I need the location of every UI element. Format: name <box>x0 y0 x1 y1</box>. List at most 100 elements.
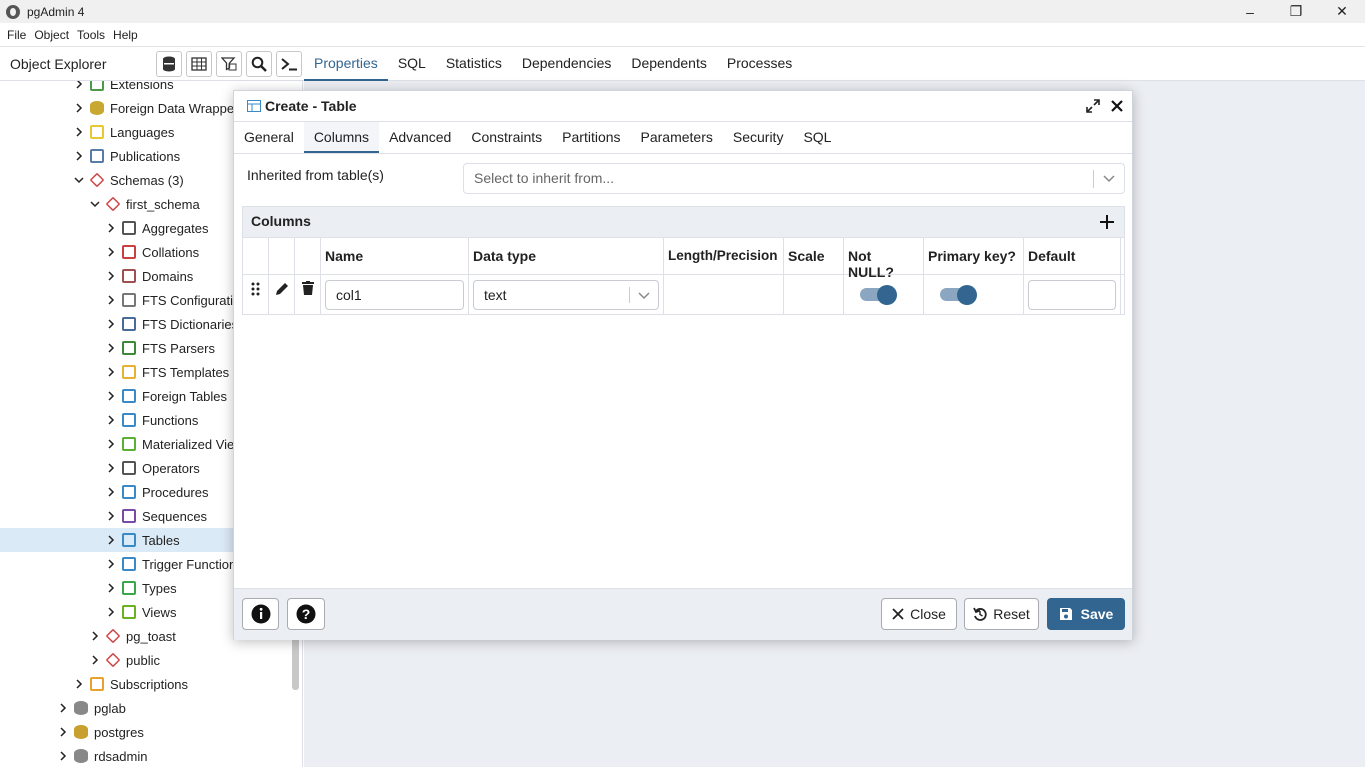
save-button[interactable]: Save <box>1047 598 1125 630</box>
chevron-right-icon[interactable] <box>106 583 116 593</box>
chevron-right-icon[interactable] <box>106 247 116 257</box>
chevron-right-icon[interactable] <box>74 151 84 161</box>
menu-help[interactable]: Help <box>113 28 138 42</box>
tree-item-label: Schemas (3) <box>110 172 184 188</box>
edit-row-button[interactable] <box>269 275 295 315</box>
maximize-icon[interactable] <box>1086 99 1100 113</box>
chevron-right-icon[interactable] <box>106 319 116 329</box>
chevron-down-icon[interactable] <box>74 175 84 185</box>
dialog-tab-parameters[interactable]: Parameters <box>631 122 723 153</box>
trash-icon <box>302 281 314 295</box>
minimize-button[interactable]: – <box>1227 0 1273 23</box>
tab-sql[interactable]: SQL <box>388 48 436 81</box>
not-null-cell <box>844 275 924 315</box>
help-button[interactable]: ? <box>287 598 325 630</box>
reset-icon <box>973 607 987 621</box>
tab-processes[interactable]: Processes <box>717 48 802 81</box>
chevron-right-icon[interactable] <box>106 415 116 425</box>
view-data-button[interactable] <box>186 51 212 77</box>
not-null-toggle[interactable] <box>860 285 897 305</box>
info-button[interactable] <box>242 598 279 630</box>
psql-tool-button[interactable] <box>276 51 302 77</box>
column-name-input[interactable]: col1 <box>325 280 464 310</box>
chevron-right-icon[interactable] <box>74 127 84 137</box>
chevron-right-icon[interactable] <box>58 727 68 737</box>
chevron-right-icon[interactable] <box>106 391 116 401</box>
chevron-right-icon[interactable] <box>106 607 116 617</box>
chevron-right-icon[interactable] <box>106 271 116 281</box>
chevron-down-icon <box>638 292 650 300</box>
chevron-right-icon[interactable] <box>74 679 84 689</box>
sequences-icon <box>122 509 136 523</box>
data-type-select[interactable]: text <box>473 280 659 310</box>
filtered-rows-button[interactable] <box>216 51 242 77</box>
query-tool-button[interactable] <box>156 51 182 77</box>
tab-dependencies[interactable]: Dependencies <box>512 48 622 81</box>
dialog-tab-partitions[interactable]: Partitions <box>552 122 630 153</box>
drag-col-header <box>243 238 269 274</box>
close-icon[interactable] <box>1111 100 1123 112</box>
chevron-right-icon[interactable] <box>106 559 116 569</box>
tree-item-label: Views <box>142 604 177 620</box>
chevron-right-icon[interactable] <box>74 81 84 89</box>
primary-key-toggle[interactable] <box>940 285 977 305</box>
search-objects-button[interactable] <box>246 51 272 77</box>
default-cell <box>1024 275 1121 315</box>
drag-handle[interactable] <box>243 275 269 315</box>
chevron-right-icon[interactable] <box>90 655 100 665</box>
chevron-right-icon[interactable] <box>106 343 116 353</box>
restore-button[interactable]: ❐ <box>1273 0 1319 23</box>
menu-object[interactable]: Object <box>34 28 69 42</box>
tree-item-subscriptions[interactable]: Subscriptions <box>0 672 290 696</box>
menu-file[interactable]: File <box>7 28 26 42</box>
chevron-right-icon[interactable] <box>58 751 68 761</box>
tab-dependents[interactable]: Dependents <box>621 48 717 81</box>
chevron-right-icon[interactable] <box>90 631 100 641</box>
length-precision-cell[interactable] <box>664 275 784 315</box>
dialog-tab-sql[interactable]: SQL <box>793 122 841 153</box>
dialog-tab-security[interactable]: Security <box>723 122 794 153</box>
tree-item-public[interactable]: public <box>0 648 290 672</box>
tree-item-label: FTS Templates <box>142 364 230 380</box>
add-column-icon[interactable] <box>1100 215 1114 229</box>
dialog-tab-constraints[interactable]: Constraints <box>461 122 552 153</box>
close-x-icon <box>892 608 904 620</box>
chevron-down-icon[interactable] <box>90 199 100 209</box>
dialog-tab-general[interactable]: General <box>234 122 304 153</box>
reset-button[interactable]: Reset <box>964 598 1039 630</box>
chevron-right-icon[interactable] <box>106 367 116 377</box>
chevron-right-icon[interactable] <box>106 535 116 545</box>
delete-row-button[interactable] <box>295 275 321 315</box>
tree-item-label: Trigger Functions <box>142 556 243 572</box>
columns-label: Columns <box>251 213 311 229</box>
close-window-button[interactable]: ✕ <box>1319 0 1365 23</box>
scale-cell[interactable] <box>784 275 844 315</box>
tab-properties[interactable]: Properties <box>304 48 388 81</box>
views-icon <box>122 605 136 619</box>
chevron-right-icon[interactable] <box>106 295 116 305</box>
chevron-right-icon[interactable] <box>106 487 116 497</box>
chevron-right-icon[interactable] <box>106 511 116 521</box>
close-button[interactable]: Close <box>881 598 957 630</box>
header-not-null: Not NULL? <box>844 238 924 280</box>
chevron-right-icon[interactable] <box>106 439 116 449</box>
tree-item-postgres[interactable]: postgres <box>0 720 290 744</box>
chevron-right-icon[interactable] <box>106 463 116 473</box>
header-scale: Scale <box>784 238 844 274</box>
tree-item-pglab[interactable]: pglab <box>0 696 290 720</box>
edit-col-header <box>269 238 295 274</box>
save-icon <box>1059 608 1072 620</box>
dialog-tab-advanced[interactable]: Advanced <box>379 122 461 153</box>
menu-bar: File Object Tools Help <box>0 23 1365 47</box>
inherit-select[interactable]: Select to inherit from... <box>463 163 1125 194</box>
primary-key-cell <box>924 275 1024 315</box>
tree-item-rdsadmin[interactable]: rdsadmin <box>0 744 290 767</box>
default-input[interactable] <box>1028 280 1116 310</box>
tree-item-label: FTS Parsers <box>142 340 215 356</box>
chevron-right-icon[interactable] <box>74 103 84 113</box>
chevron-right-icon[interactable] <box>106 223 116 233</box>
dialog-tab-columns[interactable]: Columns <box>303 122 380 153</box>
menu-tools[interactable]: Tools <box>77 28 105 42</box>
tab-statistics[interactable]: Statistics <box>436 48 512 81</box>
chevron-right-icon[interactable] <box>58 703 68 713</box>
